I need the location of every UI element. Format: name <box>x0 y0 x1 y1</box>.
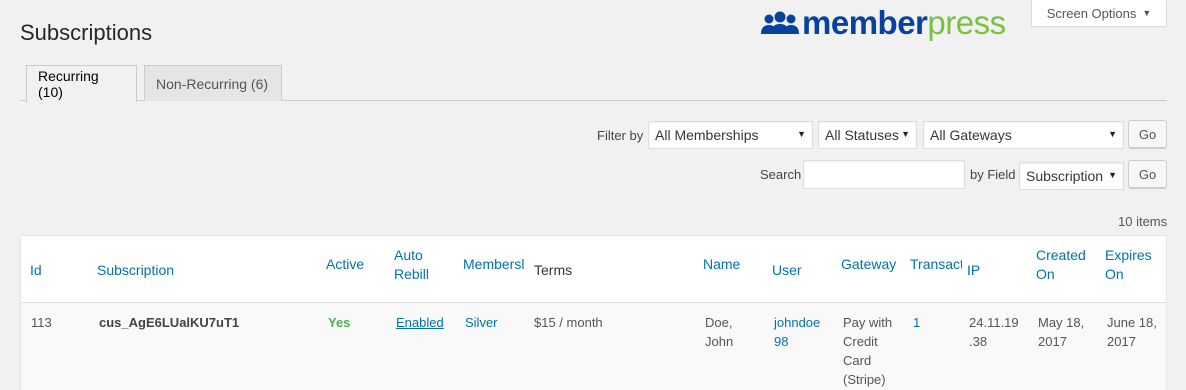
table-row: 113 cus_AgE6LUalKU7uT1 Yes Enabled Silve… <box>21 303 1166 390</box>
logo-text-press: press <box>927 4 1006 41</box>
search-label: Search <box>760 167 802 182</box>
subscription-tabs: Recurring (10) Non-Recurring (6) <box>20 65 1167 102</box>
subscriptions-table: Id Subscription Active Auto Rebill Membe… <box>20 235 1167 390</box>
filter-row: Filter by All Memberships ▼ All Statuses… <box>0 120 1186 150</box>
table-header: Id Subscription Active Auto Rebill Membe… <box>21 236 1166 303</box>
by-field-label: by Field <box>970 167 1016 182</box>
status-filter-value: All Statuses <box>825 127 899 143</box>
cell-created-line1: May 18, <box>1038 315 1085 330</box>
cell-created-on: May 18, 2017 <box>1038 313 1084 351</box>
gateway-filter-value: All Gateways <box>930 127 1012 143</box>
logo-text-member: member <box>802 4 928 41</box>
cell-user-line2: 98 <box>774 334 789 349</box>
col-header-expires-line1: Expires <box>1105 247 1152 263</box>
cell-membership[interactable]: Silver <box>465 313 498 332</box>
cell-terms: $15 / month <box>534 315 603 330</box>
cell-gateway-line1: Pay with <box>843 315 893 330</box>
cell-name-line2: John <box>705 334 734 349</box>
col-header-gateway[interactable]: Gateway <box>841 255 896 274</box>
col-header-ip[interactable]: IP <box>967 261 980 280</box>
cell-name: Doe, John <box>705 313 733 351</box>
select-caret-icon: ▼ <box>901 129 910 139</box>
membership-filter-select[interactable]: All Memberships ▼ <box>648 121 813 149</box>
col-header-auto-rebill-line1: Auto <box>394 247 423 263</box>
search-field-select[interactable]: Subscription ▼ <box>1019 162 1124 190</box>
cell-expires-line1: June 18, <box>1107 315 1157 330</box>
col-header-terms: Terms <box>534 262 573 278</box>
col-header-transactions[interactable]: Transact <box>910 255 962 274</box>
tab-recurring-label: Recurring (10) <box>38 68 99 100</box>
filter-go-button[interactable]: Go <box>1128 120 1167 148</box>
col-header-active[interactable]: Active <box>326 255 364 274</box>
col-header-created-on[interactable]: Created On <box>1036 246 1086 284</box>
select-caret-icon: ▼ <box>1108 129 1117 139</box>
col-header-auto-rebill-line2: Rebill <box>394 266 430 282</box>
tab-non-recurring-label: Non-Recurring (6) <box>156 75 269 92</box>
col-header-expires-line2: On <box>1105 266 1124 282</box>
col-header-name[interactable]: Name <box>703 255 740 274</box>
cell-ip-line1: 24.11.19 <box>969 315 1019 330</box>
cell-id: 113 <box>31 315 52 330</box>
col-header-membership[interactable]: Membersl <box>463 255 525 274</box>
cell-gateway-line2: Credit <box>843 334 878 349</box>
tab-recurring[interactable]: Recurring (10) <box>26 65 137 102</box>
filter-by-label: Filter by <box>597 128 644 143</box>
cell-created-line2: 2017 <box>1038 334 1067 349</box>
cell-user[interactable]: johndoe 98 <box>774 313 820 351</box>
membership-filter-value: All Memberships <box>655 127 759 143</box>
search-field-value: Subscription <box>1026 168 1104 184</box>
col-header-id[interactable]: Id <box>30 261 42 280</box>
col-header-user[interactable]: User <box>772 261 802 280</box>
col-header-expires-on[interactable]: Expires On <box>1105 246 1152 284</box>
cell-gateway: Pay with Credit Card (Stripe) <box>843 313 892 389</box>
select-caret-icon: ▼ <box>797 129 806 139</box>
cell-auto-rebill[interactable]: Enabled <box>396 313 444 332</box>
col-header-created-line1: Created <box>1036 247 1086 263</box>
cell-user-line1: johndoe <box>774 315 821 330</box>
search-go-button[interactable]: Go <box>1128 160 1167 188</box>
col-header-created-line2: On <box>1036 266 1055 282</box>
cell-expires-on: June 18, 2017 <box>1107 313 1157 351</box>
cell-expires-line2: 2017 <box>1107 334 1136 349</box>
gateway-filter-select[interactable]: All Gateways ▼ <box>923 121 1124 149</box>
tab-non-recurring[interactable]: Non-Recurring (6) <box>144 65 282 101</box>
cell-transactions[interactable]: 1 <box>913 313 920 332</box>
items-count: 10 items <box>1118 214 1168 229</box>
screen-options-button[interactable]: Screen Options ▼ <box>1031 0 1167 27</box>
cell-gateway-line4: (Stripe) <box>843 372 886 387</box>
memberpress-logo: memberpress <box>760 4 1006 41</box>
col-header-auto-rebill[interactable]: Auto Rebill <box>394 246 429 284</box>
cell-ip-line2: .38 <box>969 334 988 349</box>
select-caret-icon: ▼ <box>1108 170 1117 180</box>
search-input[interactable] <box>803 160 965 189</box>
cell-active[interactable]: Yes <box>328 313 350 332</box>
page-title: Subscriptions <box>20 20 153 45</box>
caret-down-icon: ▼ <box>1142 8 1152 18</box>
status-filter-select[interactable]: All Statuses ▼ <box>818 121 917 149</box>
cell-gateway-line3: Card <box>843 353 872 368</box>
members-icon <box>761 11 799 34</box>
cell-name-line1: Doe, <box>705 315 733 330</box>
col-header-subscription[interactable]: Subscription <box>97 261 174 280</box>
cell-subscription[interactable]: cus_AgE6LUalKU7uT1 <box>99 313 239 332</box>
cell-ip: 24.11.19 .38 <box>969 313 1019 351</box>
screen-options-label: Screen Options <box>1046 5 1137 21</box>
